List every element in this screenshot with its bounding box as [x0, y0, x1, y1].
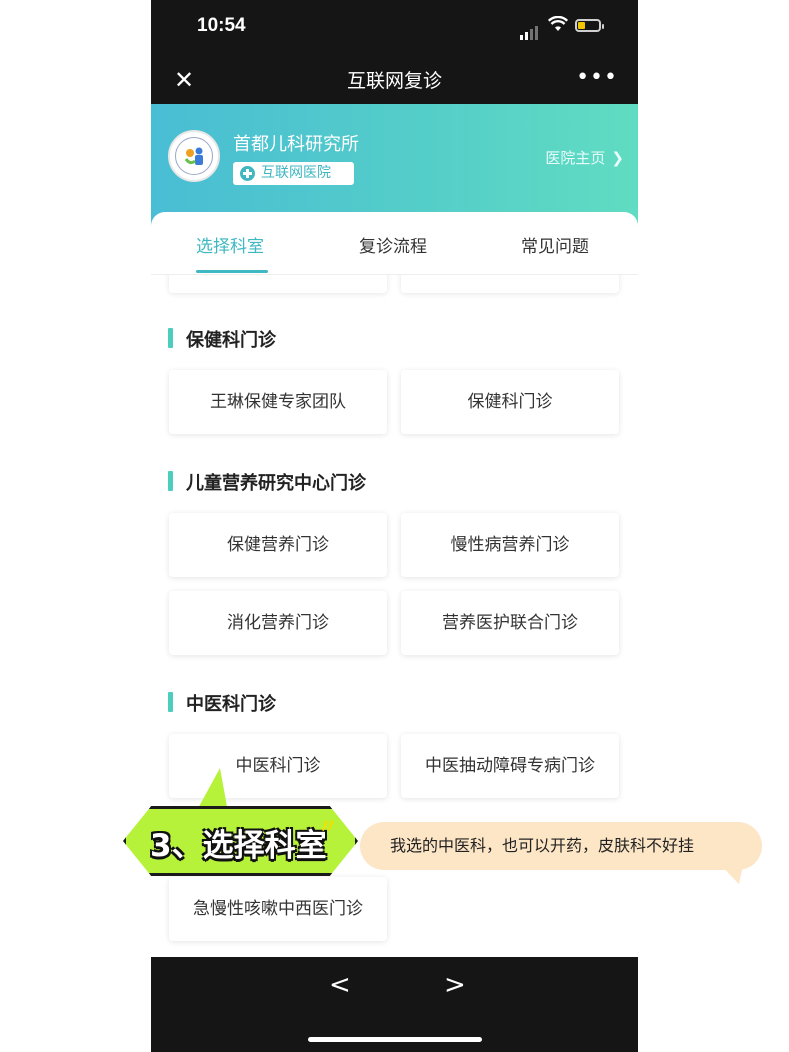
department-card[interactable]: 保健营养门诊 — [169, 513, 387, 577]
hospital-name: 首都儿科研究所 — [233, 134, 359, 155]
department-card[interactable]: 中医抽动障碍专病门诊 — [401, 734, 619, 798]
chevron-right-icon: ❯ — [611, 149, 624, 167]
department-card[interactable]: 保健科门诊 — [401, 370, 619, 434]
section-title: 保健科门诊 — [168, 326, 276, 352]
tab-faq[interactable]: 常见问题 — [521, 232, 589, 257]
comment-bubble: 我选的中医科，也可以开药，皮肤科不好挂 — [360, 822, 762, 870]
department-card[interactable]: 王琳保健专家团队 — [169, 370, 387, 434]
home-indicator — [308, 1037, 482, 1042]
department-card[interactable] — [401, 275, 619, 293]
section-title: 儿童营养研究中心门诊 — [168, 469, 366, 495]
step-sticker-label: 3、选择科室 — [150, 828, 327, 864]
department-card[interactable] — [169, 275, 387, 293]
page-title: 互联网复诊 — [346, 70, 442, 92]
hospital-logo — [168, 130, 220, 182]
active-tab-indicator — [196, 270, 268, 273]
wifi-icon — [548, 16, 568, 31]
medical-cross-icon — [240, 166, 255, 181]
status-time: 10:54 — [197, 15, 246, 36]
chevron-right-icon[interactable]: > — [444, 970, 466, 1000]
home-link-label: 医院主页 — [545, 149, 606, 167]
chevron-left-icon[interactable]: < — [329, 970, 351, 1000]
department-card[interactable]: 营养医护联合门诊 — [401, 591, 619, 655]
cellular-signal-icon — [520, 21, 540, 40]
comment-text: 我选的中医科，也可以开药，皮肤科不好挂 — [390, 836, 695, 855]
more-icon[interactable]: ••• — [576, 65, 618, 90]
tab-select-department[interactable]: 选择科室 — [196, 232, 264, 257]
battery-icon — [575, 19, 604, 32]
tab-revisit-process[interactable]: 复诊流程 — [359, 232, 427, 257]
hospital-header: 首都儿科研究所 互联网医院 医院主页 ❯ — [151, 104, 638, 229]
internet-hospital-badge: 互联网医院 — [233, 162, 354, 185]
browser-bottom-bar: < > — [151, 957, 638, 1052]
phone-screen: 10:54 ✕ 互联网复诊 ••• 首都儿科研究所 互联网医院 医院主页 ❯ 选… — [151, 0, 638, 1052]
nav-bar: ✕ 互联网复诊 ••• — [151, 56, 638, 104]
sparkle-icon: 〃 — [318, 814, 338, 838]
badge-label: 互联网医院 — [261, 165, 331, 181]
comment-bubble-tail — [718, 862, 744, 884]
tab-bar: 选择科室 复诊流程 常见问题 — [151, 212, 638, 275]
status-bar: 10:54 — [151, 0, 638, 56]
section-title: 中医科门诊 — [168, 690, 276, 716]
hospital-home-link[interactable]: 医院主页 ❯ — [545, 147, 624, 168]
department-card[interactable]: 慢性病营养门诊 — [401, 513, 619, 577]
department-card[interactable]: 消化营养门诊 — [169, 591, 387, 655]
department-card[interactable]: 中医科门诊 — [169, 734, 387, 798]
department-card[interactable]: 急慢性咳嗽中西医门诊 — [169, 877, 387, 941]
